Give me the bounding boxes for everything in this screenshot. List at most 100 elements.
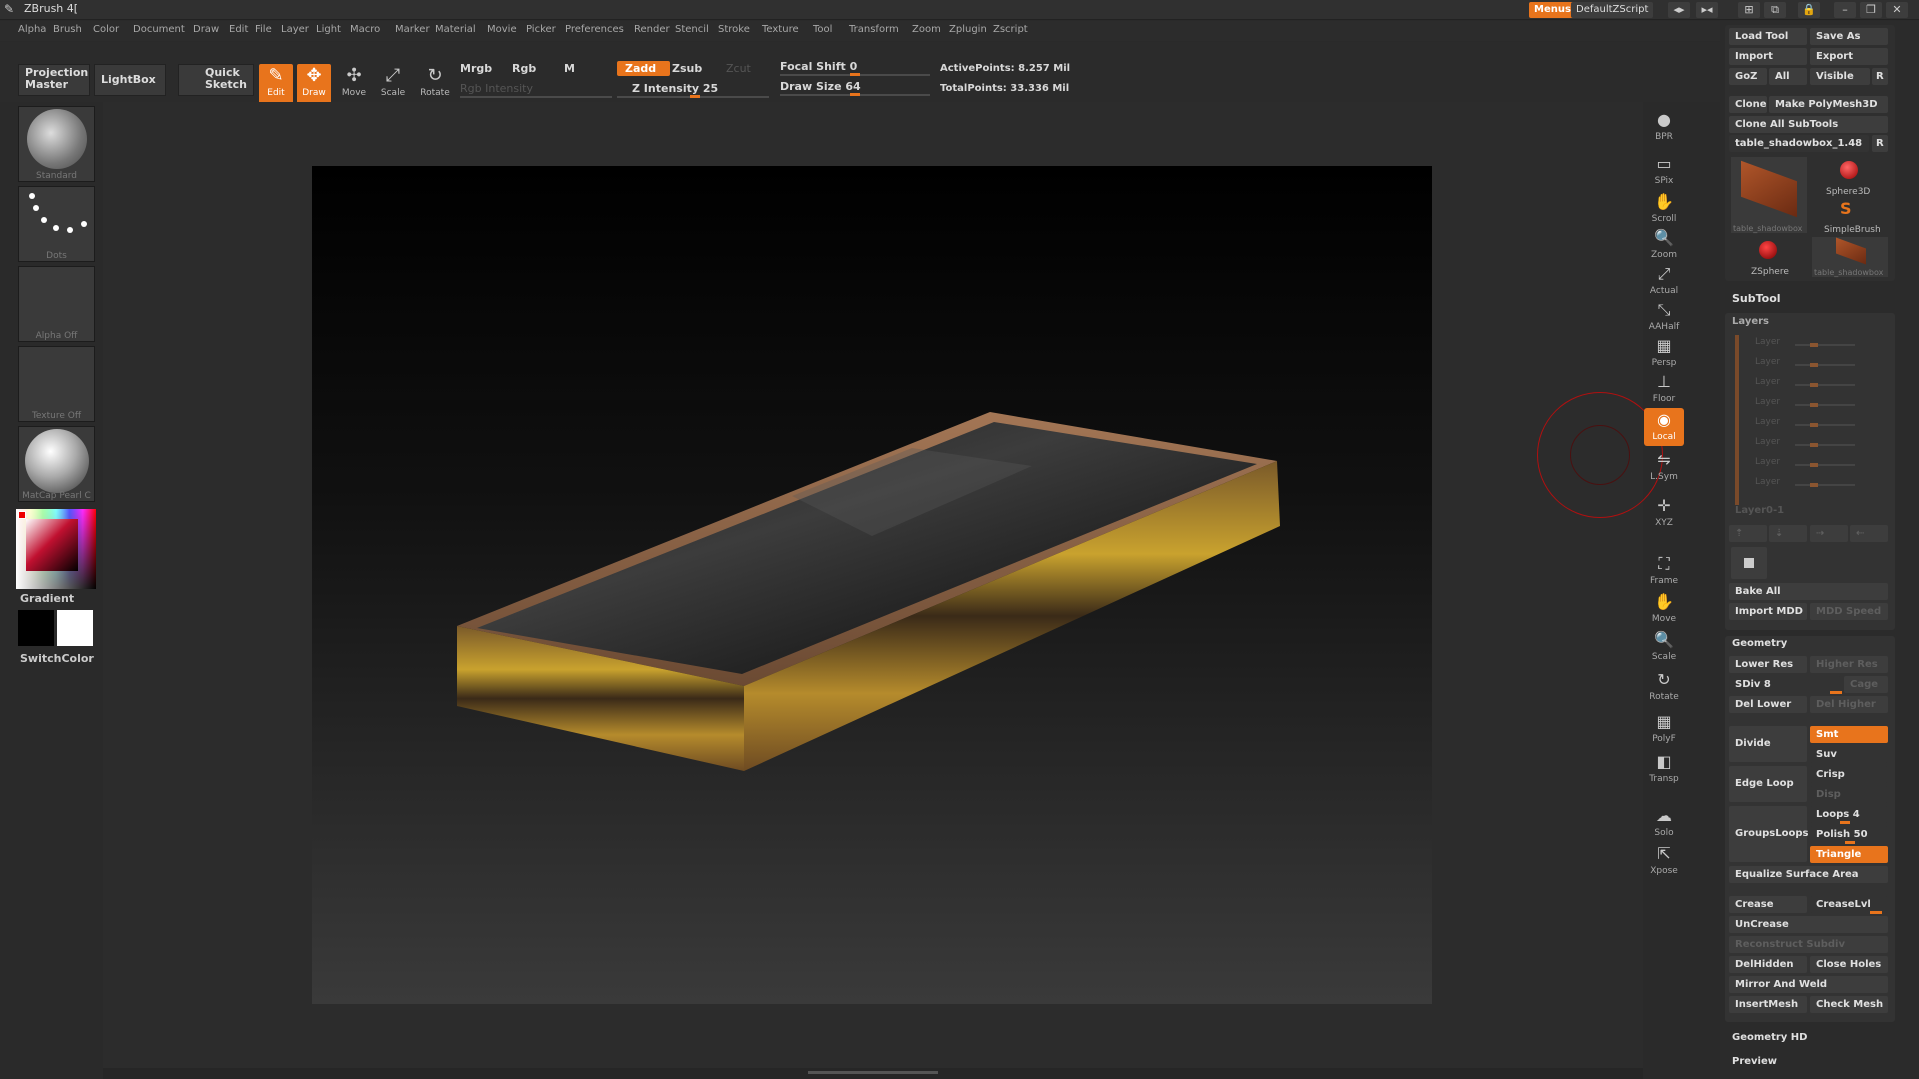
focal-shift-handle[interactable]	[850, 73, 860, 76]
divide-button[interactable]: Divide	[1729, 726, 1807, 762]
tool-thumb-zsphere[interactable]: ZSphere	[1731, 237, 1807, 277]
current-tool-slider[interactable]: table_shadowbox_1.48	[1729, 135, 1869, 152]
layout-icon[interactable]: ⧉	[1764, 2, 1786, 18]
menu-preferences[interactable]: Preferences	[565, 24, 624, 35]
lightbox-button[interactable]: LightBox	[94, 64, 166, 96]
menu-movie[interactable]: Movie	[487, 24, 517, 35]
current-tool-r-button[interactable]: R	[1872, 135, 1888, 152]
zoom-shelf-button[interactable]: 🔍 Zoom	[1644, 226, 1684, 264]
color-picker[interactable]	[16, 509, 96, 589]
scale-button[interactable]: ⤢ Scale	[376, 64, 410, 104]
3d-viewport[interactable]	[312, 166, 1432, 1004]
groupsloops-button[interactable]: GroupsLoops	[1729, 806, 1808, 862]
layer-row[interactable]: Layer	[1745, 435, 1875, 453]
clone-button[interactable]: Clone	[1729, 96, 1767, 113]
material-thumb[interactable]: MatCap Pearl C	[18, 426, 95, 502]
lsym-shelf-button[interactable]: ⇋ L.Sym	[1644, 448, 1684, 486]
z-intensity-handle[interactable]	[690, 95, 700, 98]
smt-button[interactable]: Smt	[1810, 726, 1888, 743]
layer-intensity-handle[interactable]	[1810, 363, 1818, 367]
scroll-left-icon[interactable]: ◂▸	[1668, 2, 1690, 18]
menu-transform[interactable]: Transform	[849, 24, 899, 35]
layer-intensity-handle[interactable]	[1810, 423, 1818, 427]
menu-color[interactable]: Color	[93, 24, 119, 35]
layer-down-icon[interactable]: ⇣	[1769, 525, 1807, 542]
polish-handle[interactable]	[1845, 841, 1855, 844]
layer-intensity-handle[interactable]	[1810, 343, 1818, 347]
persp-shelf-button[interactable]: ▦ Persp	[1644, 334, 1684, 372]
m-button[interactable]: M	[564, 62, 575, 75]
lower-res-button[interactable]: Lower Res	[1729, 656, 1807, 673]
menu-edit[interactable]: Edit	[229, 24, 248, 35]
insertmesh-button[interactable]: InsertMesh	[1729, 996, 1807, 1013]
tool-thumb-sphere3d[interactable]: Sphere3D	[1812, 157, 1888, 197]
brush-thumb[interactable]: Standard	[18, 106, 95, 182]
move-shelf-button[interactable]: ✋ Move	[1644, 590, 1684, 628]
aahalf-shelf-button[interactable]: ⤡ AAHalf	[1644, 298, 1684, 336]
draw-size-slider[interactable]: Draw Size 64	[780, 80, 861, 93]
layer-row[interactable]: Layer	[1745, 375, 1875, 393]
layer-row[interactable]: Layer	[1745, 395, 1875, 413]
scroll-right-icon[interactable]: ▸◂	[1696, 2, 1718, 18]
close-icon[interactable]: ✕	[1886, 2, 1908, 18]
make-polymesh-button[interactable]: Make PolyMesh3D	[1769, 96, 1888, 113]
edit-button[interactable]: ✎ Edit	[259, 64, 293, 104]
z-intensity-slider[interactable]: Z Intensity 25	[632, 82, 718, 95]
transp-shelf-button[interactable]: ◧ Transp	[1644, 750, 1684, 788]
rgb-button[interactable]: Rgb	[512, 62, 536, 75]
layer-split-icon[interactable]: ⇢	[1810, 525, 1848, 542]
menu-zplugin[interactable]: Zplugin	[949, 24, 987, 35]
menu-render[interactable]: Render	[634, 24, 670, 35]
mrgb-button[interactable]: Mrgb	[460, 62, 492, 75]
menus-button[interactable]: Menus	[1529, 2, 1576, 18]
primary-color-swatch[interactable]	[57, 610, 93, 646]
preview-heading[interactable]: Preview	[1732, 1056, 1777, 1067]
projection-master-button[interactable]: Projection Master	[18, 64, 90, 96]
import-button[interactable]: Import	[1729, 48, 1807, 65]
default-zscript-button[interactable]: DefaultZScript	[1571, 2, 1654, 18]
menu-brush[interactable]: Brush	[53, 24, 82, 35]
del-higher-button[interactable]: Del Higher	[1810, 696, 1888, 713]
layer-row[interactable]: Layer	[1745, 415, 1875, 433]
minimize-icon[interactable]: –	[1834, 2, 1856, 18]
palette-icon[interactable]: ⊞	[1738, 2, 1760, 18]
tool-thumb-simplebrush[interactable]: S SimpleBrush	[1812, 197, 1888, 235]
menu-zoom[interactable]: Zoom	[912, 24, 941, 35]
layers-scrollbar[interactable]	[1735, 335, 1739, 505]
visible-button[interactable]: Visible	[1810, 68, 1870, 85]
loops-handle[interactable]	[1840, 821, 1850, 824]
all-button[interactable]: All	[1769, 68, 1807, 85]
maximize-icon[interactable]: ❐	[1860, 2, 1882, 18]
menu-material[interactable]: Material	[435, 24, 476, 35]
bottom-handle[interactable]	[808, 1071, 938, 1074]
zsub-button[interactable]: Zsub	[672, 62, 702, 75]
rotate-button[interactable]: ↻ Rotate	[418, 64, 452, 104]
menu-texture[interactable]: Texture	[762, 24, 799, 35]
creaselvl-handle[interactable]	[1870, 911, 1882, 914]
crisp-button[interactable]: Crisp	[1810, 766, 1888, 783]
switchcolor-button[interactable]: SwitchColor	[20, 652, 94, 665]
layer-row[interactable]: Layer	[1745, 475, 1875, 493]
layer-intensity-handle[interactable]	[1810, 463, 1818, 467]
scale-shelf-button[interactable]: 🔍 Scale	[1644, 628, 1684, 666]
cage-button[interactable]: Cage	[1844, 676, 1888, 693]
stroke-thumb[interactable]: Dots	[18, 186, 95, 262]
layer-intensity-handle[interactable]	[1810, 383, 1818, 387]
menu-draw[interactable]: Draw	[193, 24, 219, 35]
color-square[interactable]	[26, 519, 78, 571]
geometry-hd-heading[interactable]: Geometry HD	[1732, 1032, 1807, 1043]
actual-shelf-button[interactable]: ⤢ Actual	[1644, 262, 1684, 300]
secondary-color-swatch[interactable]	[18, 610, 54, 646]
uncrease-button[interactable]: UnCrease	[1729, 916, 1888, 933]
menu-stencil[interactable]: Stencil	[675, 24, 709, 35]
goz-button[interactable]: GoZ	[1729, 68, 1767, 85]
texture-thumb[interactable]: Texture Off	[18, 346, 95, 422]
menu-layer[interactable]: Layer	[281, 24, 309, 35]
tool-thumb-table-shadowbox-2[interactable]: table_shadowbox	[1812, 237, 1888, 277]
menu-light[interactable]: Light	[316, 24, 341, 35]
layers-heading[interactable]: Layers	[1732, 316, 1769, 327]
layer-intensity-handle[interactable]	[1810, 403, 1818, 407]
save-as-button[interactable]: Save As	[1810, 28, 1888, 45]
layer-merge-icon[interactable]: ⇠	[1850, 525, 1888, 542]
alpha-thumb[interactable]: Alpha Off	[18, 266, 95, 342]
